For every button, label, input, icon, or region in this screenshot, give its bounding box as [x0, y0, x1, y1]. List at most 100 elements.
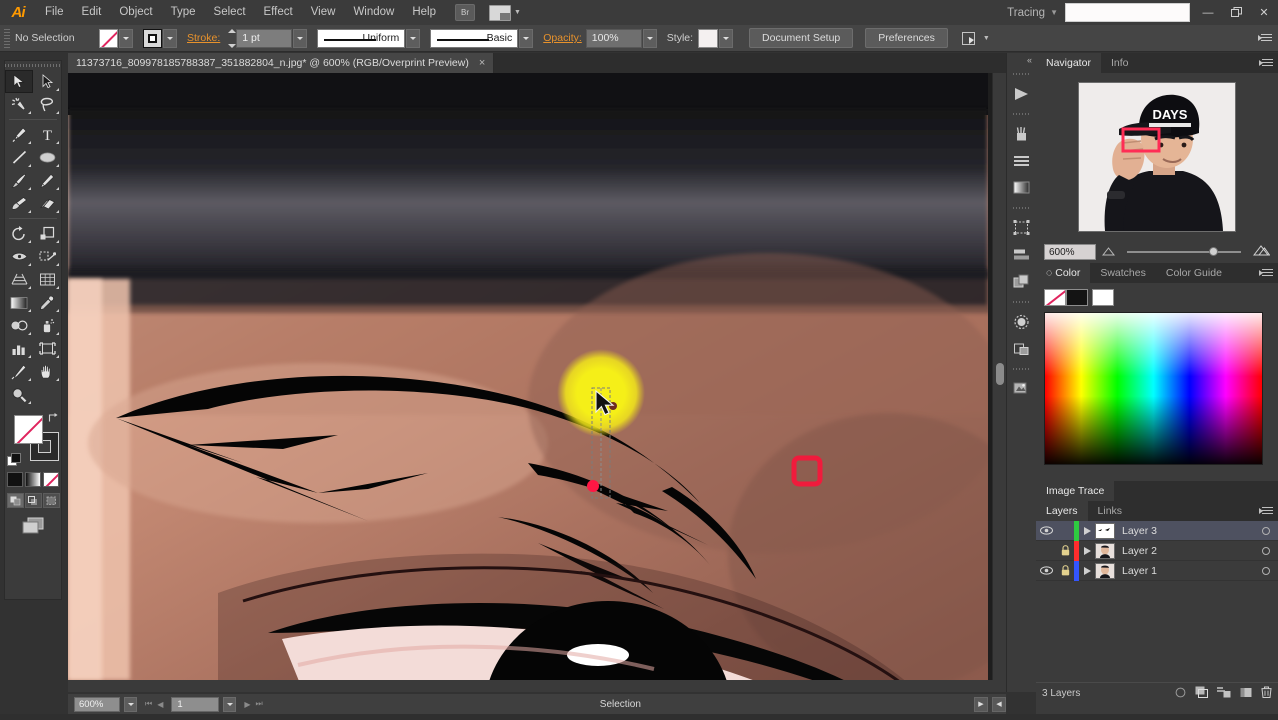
- color-none-swatch[interactable]: [1044, 289, 1066, 306]
- dock-grip-3[interactable]: [1013, 204, 1030, 211]
- magic-wand-tool[interactable]: [5, 93, 33, 116]
- document-setup-button[interactable]: Document Setup: [749, 28, 854, 48]
- close-button[interactable]: ✕: [1250, 0, 1278, 25]
- draw-behind-button[interactable]: [24, 493, 42, 508]
- width-tool[interactable]: [5, 245, 33, 268]
- canvas-horizontal-scrollbar[interactable]: [68, 680, 1006, 692]
- align-objects-icon[interactable]: [961, 30, 980, 46]
- preferences-button[interactable]: Preferences: [865, 28, 948, 48]
- layer-2-lock-icon[interactable]: [1056, 545, 1074, 556]
- pathfinder-panel-icon[interactable]: [1007, 268, 1036, 295]
- stroke-weight-input[interactable]: 1 pt: [236, 28, 293, 48]
- color-mode-button[interactable]: [7, 472, 23, 487]
- layer-3-target-icon[interactable]: [1254, 526, 1278, 535]
- stroke-profile-select[interactable]: Uniform: [317, 28, 406, 48]
- fill-swatch-large[interactable]: [14, 415, 43, 444]
- menu-select[interactable]: Select: [205, 0, 255, 25]
- layer-1-name[interactable]: Layer 1: [1122, 565, 1254, 577]
- hand-tool[interactable]: [33, 360, 61, 383]
- tab-swatches[interactable]: Swatches: [1090, 263, 1156, 283]
- layer-1-visibility-icon[interactable]: [1036, 566, 1056, 575]
- paintbrush-tool[interactable]: [5, 169, 33, 192]
- menu-file[interactable]: File: [36, 0, 73, 25]
- brushes-panel-icon[interactable]: [1007, 120, 1036, 147]
- layers-panel-menu-icon[interactable]: [1259, 506, 1273, 517]
- symbol-sprayer-tool[interactable]: [33, 314, 61, 337]
- rotate-tool[interactable]: [5, 222, 33, 245]
- artboard-chevron-down-icon[interactable]: [223, 696, 237, 712]
- color-black-swatch[interactable]: [1066, 289, 1088, 306]
- stroke-weight-stepper[interactable]: [226, 28, 237, 48]
- tab-info[interactable]: Info: [1100, 53, 1139, 73]
- status-zoom-input[interactable]: 600%: [74, 696, 120, 712]
- artboard[interactable]: [68, 73, 988, 680]
- navigator-zoom-input[interactable]: 600%: [1044, 244, 1096, 260]
- blob-brush-tool[interactable]: [5, 192, 33, 215]
- ellipse-tool[interactable]: [33, 146, 61, 169]
- tab-layers[interactable]: Layers: [1036, 501, 1088, 521]
- stroke-color-swatch[interactable]: [143, 28, 162, 48]
- direct-selection-tool[interactable]: [33, 70, 61, 93]
- artboard-nav-next-last[interactable]: ▶ ⏭: [244, 699, 262, 709]
- minimize-button[interactable]: —: [1194, 0, 1222, 25]
- blend-tool[interactable]: [5, 314, 33, 337]
- opacity-label[interactable]: Opacity:: [543, 32, 582, 44]
- zoom-tool[interactable]: [5, 383, 33, 406]
- graphic-style-swatch[interactable]: [698, 28, 719, 48]
- menu-edit[interactable]: Edit: [73, 0, 111, 25]
- tab-navigator[interactable]: Navigator: [1036, 53, 1101, 73]
- menu-help[interactable]: Help: [403, 0, 445, 25]
- dock-grip-1[interactable]: [1013, 70, 1030, 77]
- fill-color-swatch[interactable]: [99, 28, 118, 48]
- dock-grip-5[interactable]: [1013, 365, 1030, 372]
- next-artboard-icon[interactable]: ▶: [244, 700, 250, 709]
- create-new-sublayer-icon[interactable]: [1217, 686, 1231, 701]
- swap-fill-stroke-icon[interactable]: [48, 410, 59, 422]
- delete-selection-icon[interactable]: [1261, 686, 1272, 701]
- arrange-chevron-down-icon[interactable]: ▼: [514, 9, 521, 16]
- lasso-tool[interactable]: [33, 93, 61, 116]
- navigator-thumbnail[interactable]: DAYS: [1078, 82, 1236, 232]
- status-prev-icon[interactable]: ◀: [992, 696, 1006, 712]
- selection-tool[interactable]: [5, 70, 33, 93]
- navigator-zoom-slider[interactable]: [1127, 247, 1241, 256]
- toolbox-grip[interactable]: [5, 61, 61, 70]
- dock-grip-4[interactable]: [1013, 298, 1030, 305]
- artboard-number-input[interactable]: 1: [171, 696, 220, 712]
- brush-definition-chevron-down-icon[interactable]: [519, 28, 534, 48]
- color-panel-menu-icon[interactable]: [1259, 268, 1273, 279]
- color-spectrum-ramp[interactable]: [1044, 312, 1263, 465]
- layer-row-2[interactable]: Layer 2: [1036, 540, 1278, 561]
- control-bar-grip[interactable]: [4, 28, 10, 48]
- layer-3-visibility-icon[interactable]: [1036, 526, 1056, 535]
- line-segment-tool[interactable]: [5, 146, 33, 169]
- align-panel-icon[interactable]: [1007, 241, 1036, 268]
- make-clipping-mask-icon[interactable]: [1195, 686, 1208, 701]
- control-panel-menu-icon[interactable]: [1258, 33, 1272, 44]
- artboard-nav-first-prev[interactable]: ⏮ ◀: [145, 699, 163, 709]
- menu-view[interactable]: View: [302, 0, 345, 25]
- slice-tool[interactable]: [5, 360, 33, 383]
- expand-panels-icon[interactable]: «: [1007, 53, 1036, 67]
- document-tab-close-icon[interactable]: ×: [479, 57, 485, 69]
- tab-links[interactable]: Links: [1087, 501, 1133, 521]
- appearance-panel-icon[interactable]: [1007, 308, 1036, 335]
- tab-color-guide[interactable]: Color Guide: [1155, 263, 1232, 283]
- align-chevron-down-icon[interactable]: ▼: [983, 35, 990, 42]
- tab-image-trace[interactable]: Image Trace: [1036, 481, 1115, 501]
- status-zoom-chevron-down-icon[interactable]: [124, 696, 137, 712]
- dock-grip-2[interactable]: [1013, 110, 1030, 117]
- menu-effect[interactable]: Effect: [255, 0, 302, 25]
- status-next-icon[interactable]: ▶: [974, 696, 988, 712]
- style-chevron-down-icon[interactable]: [719, 28, 734, 48]
- canvas-area[interactable]: [68, 73, 1006, 692]
- bridge-icon[interactable]: Br: [455, 4, 475, 21]
- search-help-input[interactable]: [1065, 3, 1190, 22]
- first-artboard-icon[interactable]: ⏮: [145, 699, 152, 709]
- layer-3-name[interactable]: Layer 3: [1122, 525, 1254, 537]
- draw-inside-button[interactable]: [42, 493, 60, 508]
- gradient-tool[interactable]: [5, 291, 33, 314]
- zoom-in-icon[interactable]: [1252, 243, 1271, 261]
- tab-color[interactable]: ◌ Color: [1036, 263, 1091, 283]
- gradient-mode-button[interactable]: [25, 472, 41, 487]
